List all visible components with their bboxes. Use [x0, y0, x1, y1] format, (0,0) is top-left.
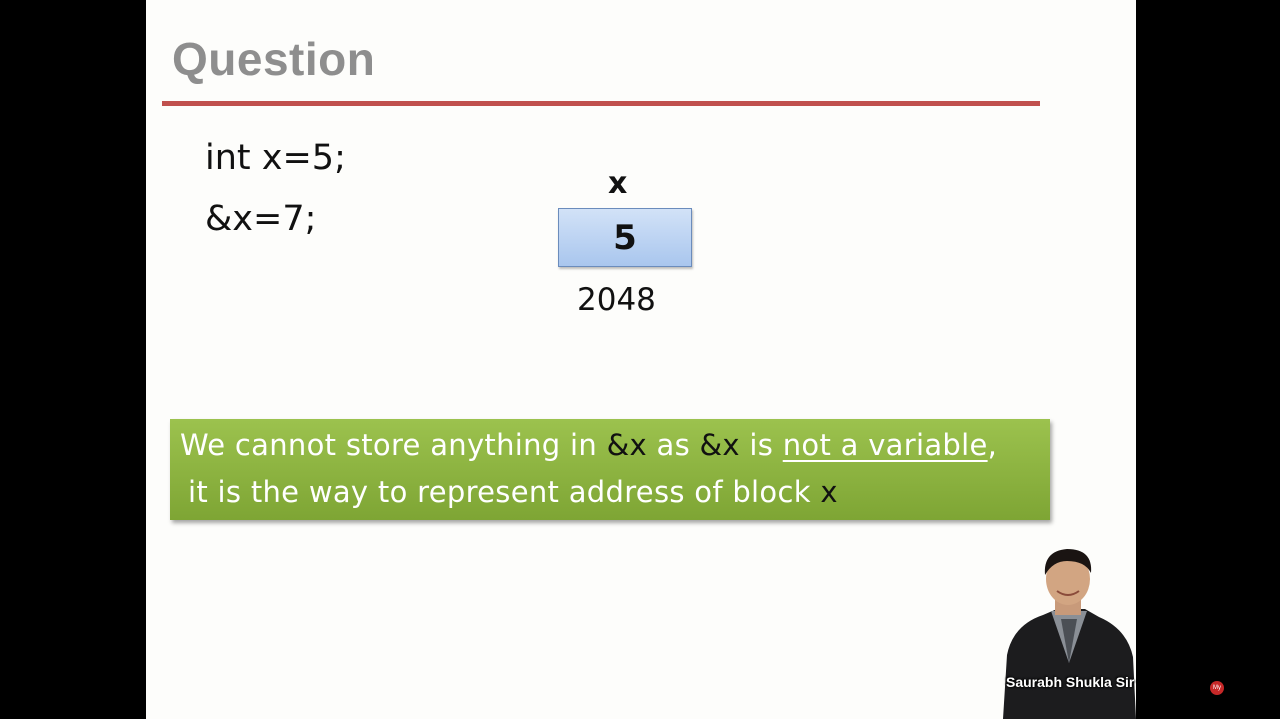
note-text: as — [646, 428, 700, 462]
memory-value: 5 — [613, 217, 637, 258]
presenter-image — [999, 545, 1136, 719]
note-line-1: We cannot store anything in &x as &x is … — [180, 428, 997, 462]
note-text: is — [739, 428, 783, 462]
note-code: x — [820, 475, 838, 509]
note-text: , — [987, 428, 998, 462]
slide: Question int x=5; &x=7; x 5 2048 We cann… — [146, 0, 1136, 719]
memory-block: 5 — [558, 208, 692, 267]
note-code: &x — [699, 428, 740, 462]
note-text: it is the way to represent address of bl… — [188, 475, 821, 509]
note-line-2: it is the way to represent address of bl… — [188, 475, 838, 509]
memory-address: 2048 — [577, 282, 656, 318]
note-box: We cannot store anything in &x as &x is … — [170, 419, 1050, 520]
note-text: We cannot store anything in — [180, 428, 607, 462]
title-underline — [162, 101, 1040, 106]
presenter-figure — [999, 545, 1136, 719]
video-frame: Question int x=5; &x=7; x 5 2048 We cann… — [0, 0, 1280, 719]
code-line-assignment: &x=7; — [205, 199, 317, 239]
presenter-name: Saurabh Shukla Sir — [1006, 674, 1135, 690]
slide-title: Question — [172, 33, 376, 85]
note-emphasis: not a variable — [782, 428, 988, 462]
note-code: &x — [606, 428, 647, 462]
channel-logo-icon: My — [1210, 681, 1224, 695]
code-line-declaration: int x=5; — [205, 138, 346, 178]
memory-variable-name: x — [608, 166, 628, 201]
